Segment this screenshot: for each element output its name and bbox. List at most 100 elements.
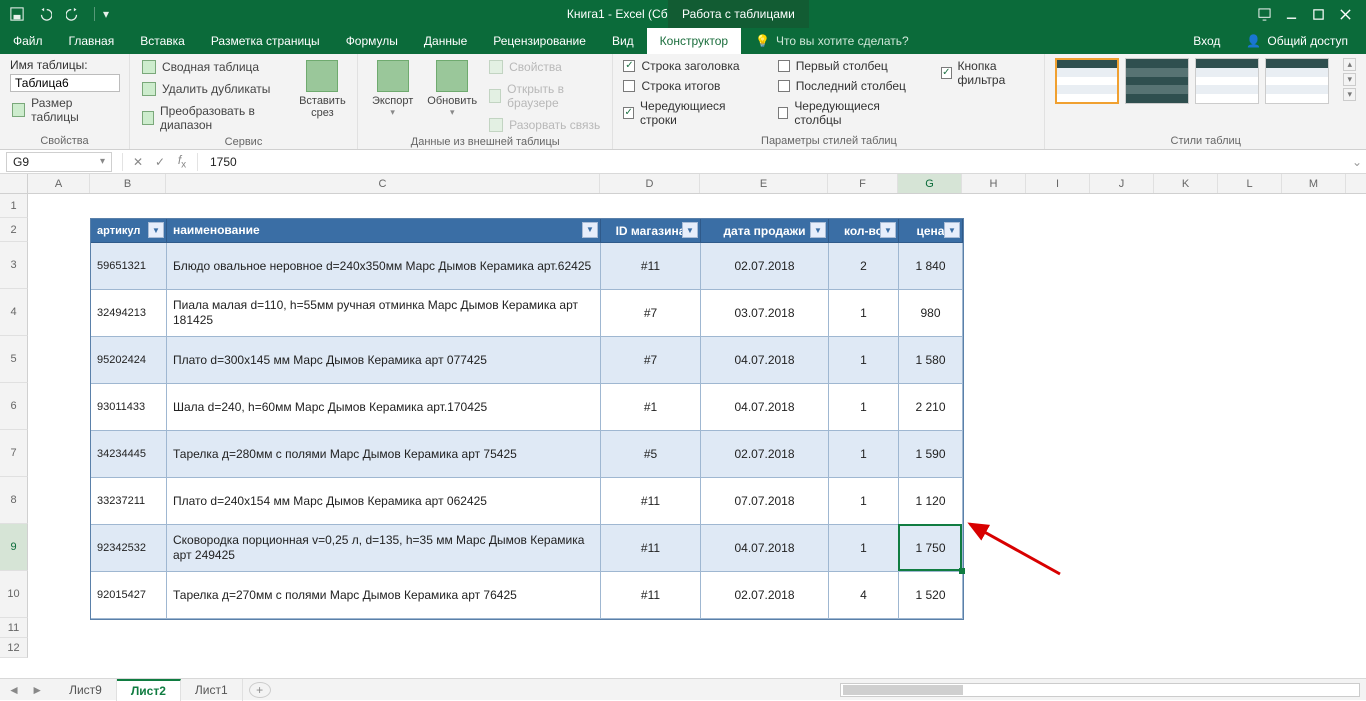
table-cell[interactable]: 4 [829,572,899,619]
table-style-thumb[interactable] [1055,58,1119,104]
table-cell[interactable]: 1 [829,290,899,337]
table-header-cell[interactable]: дата продажи▼ [701,219,829,243]
filter-dropdown-icon[interactable]: ▼ [880,222,896,238]
table-cell[interactable]: Блюдо овальное неровное d=240х350мм Марс… [167,243,601,290]
expand-formula-bar-icon[interactable]: ⌄ [1348,155,1366,169]
last-column-checkbox[interactable]: Последний столбец [778,78,911,94]
row-header[interactable]: 8 [0,477,28,524]
fill-handle[interactable] [959,568,965,574]
sheet-nav-buttons[interactable]: ◄ ► [0,683,55,697]
row-header[interactable]: 1 [0,194,28,218]
tab-table-design[interactable]: Конструктор [647,28,741,54]
refresh-button[interactable]: Обновить▾ [427,58,477,118]
worksheet-grid[interactable]: A B C D E F G H I J K L M 1 2 3 4 5 6 7 … [0,174,1366,678]
table-header-cell[interactable]: кол-во▼ [829,219,899,243]
table-cell[interactable]: Тарелка д=270мм с полями Марс Дымов Кера… [167,572,601,619]
tab-data[interactable]: Данные [411,28,480,54]
col-header[interactable]: K [1154,174,1218,193]
table-cell[interactable]: 1 840 [899,243,963,290]
insert-slicer-button[interactable]: Вставить срез [298,58,347,119]
summarize-pivot-button[interactable]: Сводная таблица [140,58,288,76]
table-cell[interactable]: 1 590 [899,431,963,478]
resize-table-button[interactable]: Размер таблицы [10,94,119,126]
qat-customize-icon[interactable]: ▾ [94,7,108,21]
table-cell[interactable]: Пиала малая d=110, h=55мм ручная отминка… [167,290,601,337]
gallery-scroll-down-icon[interactable]: ▾ [1343,73,1356,86]
tab-home[interactable]: Главная [56,28,128,54]
row-header[interactable]: 5 [0,336,28,383]
row-header[interactable]: 4 [0,289,28,336]
table-cell[interactable]: Шала d=240, h=60мм Марс Дымов Керамика а… [167,384,601,431]
fx-icon[interactable]: fx [171,153,193,170]
table-cell[interactable]: Сковородка порционная v=0,25 л, d=135, h… [167,525,601,572]
col-header[interactable]: M [1282,174,1346,193]
col-header[interactable]: C [166,174,600,193]
table-cell[interactable]: Плато d=240х154 мм Марс Дымов Керамика а… [167,478,601,525]
tab-view[interactable]: Вид [599,28,647,54]
table-cell[interactable]: 03.07.2018 [701,290,829,337]
row-header[interactable]: 3 [0,242,28,289]
first-column-checkbox[interactable]: Первый столбец [778,58,911,74]
table-cell[interactable]: 04.07.2018 [701,337,829,384]
tab-formulas[interactable]: Формулы [333,28,411,54]
table-header-cell[interactable]: артикул▼ [91,219,167,243]
table-header-cell[interactable]: ID магазина▼ [601,219,701,243]
new-sheet-button[interactable]: + [249,682,271,698]
table-cell[interactable]: 93011433 [91,384,167,431]
name-box[interactable]: G9 ▾ [6,152,112,172]
table-header-cell[interactable]: цена▼ [899,219,963,243]
table-cell[interactable]: Тарелка д=280мм с полями Марс Дымов Кера… [167,431,601,478]
table-cell[interactable]: 1 120 [899,478,963,525]
minimize-icon[interactable] [1285,8,1298,21]
table-cell[interactable]: 95202424 [91,337,167,384]
table-cell[interactable]: #7 [601,290,701,337]
filter-button-checkbox[interactable]: Кнопка фильтра [941,58,1035,88]
table-cell[interactable]: 2 [829,243,899,290]
table-cell[interactable]: 1 [829,337,899,384]
tab-file[interactable]: Файл [0,28,56,54]
table-styles-gallery[interactable] [1055,58,1329,104]
col-header[interactable]: B [90,174,166,193]
table-cell[interactable]: 33237211 [91,478,167,525]
gallery-scroll-up-icon[interactable]: ▴ [1343,58,1356,71]
table-cell[interactable]: 1 [829,384,899,431]
table-cell[interactable]: 34234445 [91,431,167,478]
table-cell[interactable]: 1 [829,525,899,572]
cancel-formula-icon[interactable]: ✕ [127,155,149,169]
col-header[interactable]: F [828,174,898,193]
table-style-thumb[interactable] [1125,58,1189,104]
col-header[interactable]: A [28,174,90,193]
col-header[interactable]: L [1218,174,1282,193]
table-cell[interactable]: Плато d=300х145 мм Марс Дымов Керамика а… [167,337,601,384]
table-style-thumb[interactable] [1195,58,1259,104]
tab-review[interactable]: Рецензирование [480,28,599,54]
table-cell[interactable]: 1 580 [899,337,963,384]
table-cell[interactable]: #5 [601,431,701,478]
table-cell[interactable]: 1 [829,478,899,525]
table-cell[interactable]: #11 [601,572,701,619]
table-cell[interactable]: 02.07.2018 [701,243,829,290]
maximize-icon[interactable] [1312,8,1325,21]
table-cell[interactable]: 2 210 [899,384,963,431]
col-header[interactable]: H [962,174,1026,193]
sheet-tab[interactable]: Лист2 [117,679,181,701]
table-cell[interactable]: 04.07.2018 [701,525,829,572]
gallery-more-icon[interactable]: ▾ [1343,88,1356,101]
table-cell[interactable]: #1 [601,384,701,431]
row-header[interactable]: 6 [0,383,28,430]
table-cell[interactable]: 59651321 [91,243,167,290]
col-header[interactable]: G [898,174,962,193]
table-cell[interactable]: 07.07.2018 [701,478,829,525]
filter-dropdown-icon[interactable]: ▼ [682,222,698,238]
table-cell[interactable]: #7 [601,337,701,384]
tab-insert[interactable]: Вставка [127,28,198,54]
row-header[interactable]: 12 [0,638,28,658]
row-header[interactable]: 11 [0,618,28,638]
table-cell[interactable]: 92342532 [91,525,167,572]
col-header[interactable]: I [1026,174,1090,193]
col-header[interactable]: D [600,174,700,193]
filter-dropdown-icon[interactable]: ▼ [582,222,598,238]
export-button[interactable]: Экспорт▾ [368,58,417,118]
close-icon[interactable] [1339,8,1352,21]
table-cell[interactable]: 92015427 [91,572,167,619]
